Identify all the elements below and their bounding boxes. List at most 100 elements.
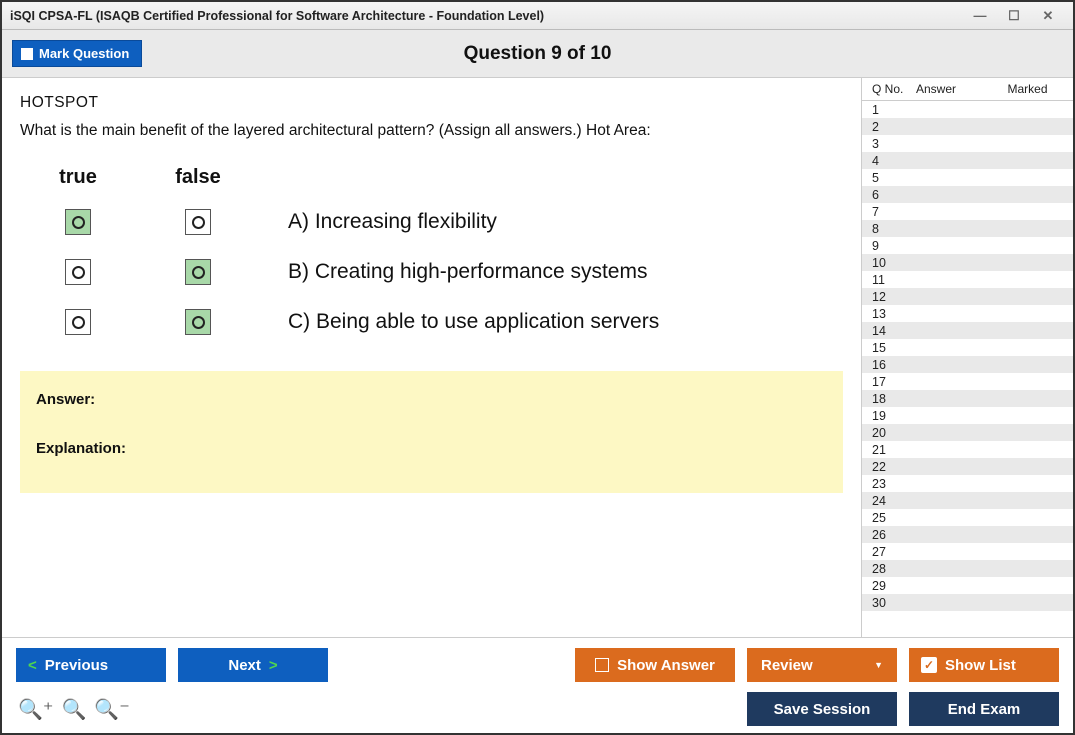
hotspot-table: true false A) Increasing flexibility B) … <box>48 166 843 359</box>
navigator-row[interactable]: 16 <box>862 356 1073 373</box>
navigator-row[interactable]: 4 <box>862 152 1073 169</box>
bottom-bar: < Previous Next > Show Answer Review ▼ ✓… <box>2 637 1073 733</box>
next-button[interactable]: Next > <box>178 648 328 682</box>
titlebar: iSQI CPSA-FL (ISAQB Certified Profession… <box>2 2 1073 30</box>
navigator-row[interactable]: 23 <box>862 475 1073 492</box>
checkbox-icon <box>21 48 33 60</box>
navigator-row[interactable]: 27 <box>862 543 1073 560</box>
question-panel: HOTSPOT What is the main benefit of the … <box>2 78 861 637</box>
navigator-row-number: 1 <box>872 103 916 117</box>
navigator-list[interactable]: 1234567891011121314151617181920212223242… <box>862 101 1073 637</box>
navigator-row[interactable]: 6 <box>862 186 1073 203</box>
navigator-row[interactable]: 15 <box>862 339 1073 356</box>
hotspot-row: A) Increasing flexibility <box>48 209 843 235</box>
end-exam-label: End Exam <box>948 701 1021 718</box>
answer-box: Answer: Explanation: <box>20 371 843 493</box>
navigator-row[interactable]: 17 <box>862 373 1073 390</box>
save-session-label: Save Session <box>774 701 871 718</box>
option-a-label: A) Increasing flexibility <box>288 210 497 234</box>
navigator-row-number: 7 <box>872 205 916 219</box>
navigator-row[interactable]: 5 <box>862 169 1073 186</box>
navigator-row[interactable]: 1 <box>862 101 1073 118</box>
navigator-row-number: 24 <box>872 494 916 508</box>
nav-header-answer: Answer <box>916 82 988 96</box>
navigator-row-number: 13 <box>872 307 916 321</box>
navigator-row-number: 23 <box>872 477 916 491</box>
main-area: HOTSPOT What is the main benefit of the … <box>2 78 1073 637</box>
navigator-row[interactable]: 9 <box>862 237 1073 254</box>
navigator-row[interactable]: 22 <box>862 458 1073 475</box>
navigator-row-number: 18 <box>872 392 916 406</box>
window-close-icon[interactable]: ✕ <box>1031 8 1065 24</box>
navigator-row-number: 29 <box>872 579 916 593</box>
dropdown-arrow-icon: ▼ <box>874 660 883 670</box>
navigator-row[interactable]: 11 <box>862 271 1073 288</box>
zoom-reset-icon[interactable]: 🔍 <box>61 697 86 722</box>
navigator-row[interactable]: 24 <box>862 492 1073 509</box>
navigator-row-number: 5 <box>872 171 916 185</box>
navigator-row[interactable]: 26 <box>862 526 1073 543</box>
answer-label: Answer: <box>36 391 827 408</box>
navigator-row-number: 17 <box>872 375 916 389</box>
navigator-row[interactable]: 20 <box>862 424 1073 441</box>
navigator-row[interactable]: 7 <box>862 203 1073 220</box>
zoom-controls: 🔍⁺ 🔍 🔍⁻ <box>16 697 130 722</box>
show-list-button[interactable]: ✓ Show List <box>909 648 1059 682</box>
option-b-label: B) Creating high-performance systems <box>288 260 647 284</box>
chevron-right-icon: > <box>269 657 278 674</box>
navigator-row-number: 25 <box>872 511 916 525</box>
navigator-row[interactable]: 13 <box>862 305 1073 322</box>
navigator-row-number: 6 <box>872 188 916 202</box>
navigator-row[interactable]: 28 <box>862 560 1073 577</box>
navigator-row-number: 16 <box>872 358 916 372</box>
navigator-row[interactable]: 30 <box>862 594 1073 611</box>
col-header-false: false <box>168 166 228 189</box>
navigator-row[interactable]: 2 <box>862 118 1073 135</box>
navigator-row[interactable]: 18 <box>862 390 1073 407</box>
header-bar: Mark Question Question 9 of 10 <box>2 30 1073 78</box>
window-maximize-icon[interactable]: ☐ <box>997 8 1031 24</box>
save-session-button[interactable]: Save Session <box>747 692 897 726</box>
explanation-label: Explanation: <box>36 440 827 457</box>
radio-c-false[interactable] <box>185 309 211 335</box>
navigator-row[interactable]: 19 <box>862 407 1073 424</box>
zoom-out-icon[interactable]: 🔍⁻ <box>94 697 129 722</box>
nav-header-qno: Q No. <box>872 82 916 96</box>
question-type-label: HOTSPOT <box>20 94 843 112</box>
navigator-row-number: 3 <box>872 137 916 151</box>
previous-button[interactable]: < Previous <box>16 648 166 682</box>
navigator-row[interactable]: 14 <box>862 322 1073 339</box>
zoom-in-icon[interactable]: 🔍⁺ <box>18 697 53 722</box>
navigator-row[interactable]: 29 <box>862 577 1073 594</box>
review-button[interactable]: Review ▼ <box>747 648 897 682</box>
window-minimize-icon[interactable]: — <box>963 8 997 23</box>
checkmark-icon: ✓ <box>921 657 937 673</box>
show-list-label: Show List <box>945 657 1016 674</box>
navigator-row[interactable]: 12 <box>862 288 1073 305</box>
hotspot-header-row: true false <box>48 166 843 189</box>
radio-a-false[interactable] <box>185 209 211 235</box>
navigator-header: Q No. Answer Marked <box>862 78 1073 101</box>
navigator-row-number: 19 <box>872 409 916 423</box>
navigator-row-number: 4 <box>872 154 916 168</box>
radio-b-false[interactable] <box>185 259 211 285</box>
navigator-row-number: 10 <box>872 256 916 270</box>
hotspot-row: C) Being able to use application servers <box>48 309 843 335</box>
navigator-row[interactable]: 25 <box>862 509 1073 526</box>
navigator-row[interactable]: 10 <box>862 254 1073 271</box>
chevron-left-icon: < <box>28 657 37 674</box>
navigator-row-number: 8 <box>872 222 916 236</box>
navigator-row-number: 12 <box>872 290 916 304</box>
mark-question-button[interactable]: Mark Question <box>12 40 142 67</box>
navigator-row[interactable]: 21 <box>862 441 1073 458</box>
show-answer-label: Show Answer <box>617 657 715 674</box>
navigator-row-number: 27 <box>872 545 916 559</box>
radio-a-true[interactable] <box>65 209 91 235</box>
end-exam-button[interactable]: End Exam <box>909 692 1059 726</box>
radio-c-true[interactable] <box>65 309 91 335</box>
previous-label: Previous <box>45 657 108 674</box>
navigator-row[interactable]: 3 <box>862 135 1073 152</box>
navigator-row[interactable]: 8 <box>862 220 1073 237</box>
radio-b-true[interactable] <box>65 259 91 285</box>
show-answer-button[interactable]: Show Answer <box>575 648 735 682</box>
